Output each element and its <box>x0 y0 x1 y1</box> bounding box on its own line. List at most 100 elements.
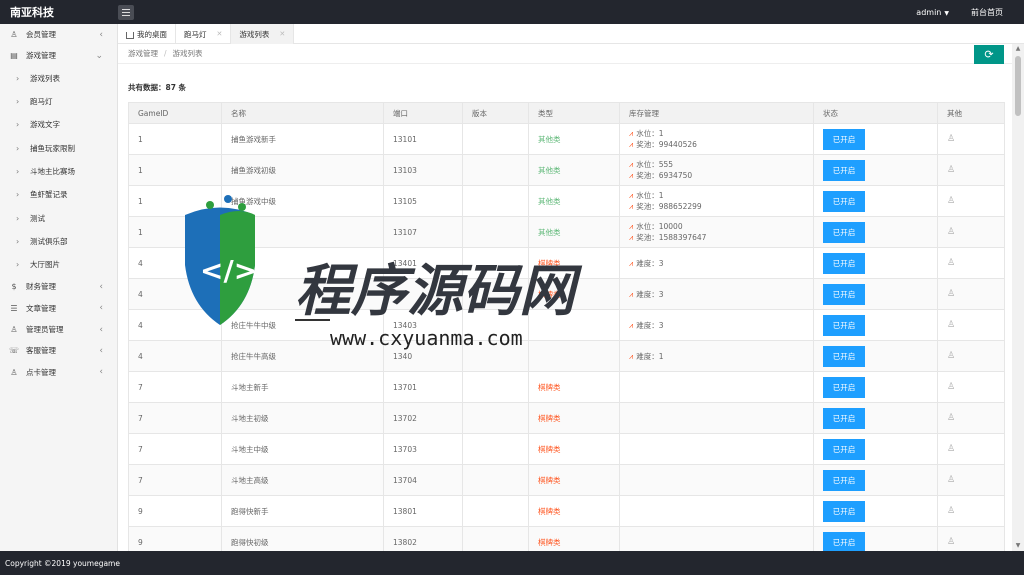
tab[interactable]: 我的桌面 <box>118 24 176 44</box>
cell-port <box>383 278 463 310</box>
sidebar-subitem[interactable]: › 捕鱼玩家限制 <box>0 136 117 159</box>
table-row: 7 斗地主初级 13702 棋牌类 已开启 ♙ <box>128 402 1005 434</box>
user-icon[interactable]: ♙ <box>947 258 955 268</box>
cell-stock: ⩘ 难度：3 <box>619 309 814 341</box>
cell-type: 其他类 <box>528 123 620 155</box>
chevron-down-icon: ⌄ <box>95 50 103 61</box>
cell-port: 13702 <box>383 402 463 434</box>
sidebar-item[interactable]: ▤ 游戏管理 ⌄ <box>0 45 117 67</box>
status-button[interactable]: 已开启 <box>823 469 865 491</box>
user-icon[interactable]: ♙ <box>947 227 955 237</box>
breadcrumb-item[interactable]: 游戏管理 <box>128 48 158 59</box>
sidebar-item[interactable]: ♙ 点卡管理 ‹ <box>0 361 117 382</box>
sidebar-subitem[interactable]: › 大厅图片 <box>0 253 117 276</box>
user-icon[interactable]: ♙ <box>947 351 955 361</box>
user-icon[interactable]: ♙ <box>947 289 955 299</box>
tab-label: 跑马灯 <box>184 29 207 39</box>
dollar-icon: $ <box>11 282 17 292</box>
status-button[interactable]: 已开启 <box>823 345 865 367</box>
sidebar-subitem-label: 测试 <box>30 213 45 223</box>
stock-icon: ⩘ <box>629 129 634 138</box>
cell-gameid: 7 <box>128 433 222 465</box>
user-icon[interactable]: ♙ <box>947 382 955 392</box>
stock-line: ⩘ 难度：1 <box>629 351 664 361</box>
user-icon[interactable]: ♙ <box>947 320 955 330</box>
sidebar-subitem-label: 游戏列表 <box>30 73 60 83</box>
status-button[interactable]: 已开启 <box>823 500 865 522</box>
user-icon[interactable]: ♙ <box>947 444 955 454</box>
cell-name: 捕鱼游戏中级 <box>221 185 384 217</box>
sidebar-item[interactable]: ♙ 会员管理 ‹ <box>0 24 117 45</box>
sidebar-subitem[interactable]: › 鱼虾蟹记录 <box>0 183 117 206</box>
tab[interactable]: 跑马灯 ✕ <box>176 24 232 44</box>
user-icon[interactable]: ♙ <box>947 537 955 547</box>
status-button[interactable]: 已开启 <box>823 438 865 460</box>
close-icon[interactable]: ✕ <box>279 30 285 38</box>
cell-status: 已开启 <box>813 371 938 403</box>
chevron-left-icon: ‹ <box>99 345 103 356</box>
close-icon[interactable]: ✕ <box>217 30 223 38</box>
cell-status: 已开启 <box>813 402 938 434</box>
status-button[interactable]: 已开启 <box>823 407 865 429</box>
cell-version <box>462 185 529 217</box>
cell-gameid: 9 <box>128 495 222 527</box>
chevron-left-icon: ‹ <box>99 324 103 335</box>
cell-type: 棋牌类 <box>528 433 620 465</box>
tab[interactable]: 游戏列表 ✕ <box>231 24 295 44</box>
sidebar-item[interactable]: ☏ 客服管理 ‹ <box>0 340 117 361</box>
status-button[interactable]: 已开启 <box>823 376 865 398</box>
user-icon[interactable]: ♙ <box>947 196 955 206</box>
status-button[interactable]: 已开启 <box>823 159 865 181</box>
scroll-thumb[interactable] <box>1015 56 1021 116</box>
cell-gameid: 1 <box>128 216 222 248</box>
chevron-right-icon: › <box>16 213 20 223</box>
status-button[interactable]: 已开启 <box>823 531 865 553</box>
cell-gameid: 4 <box>128 278 222 310</box>
sidebar-item-label: 游戏管理 <box>26 51 56 61</box>
table-row: 9 跑得快新手 13801 棋牌类 已开启 ♙ <box>128 495 1005 527</box>
user-icon[interactable]: ♙ <box>947 413 955 423</box>
cell-name: 斗地主高级 <box>221 464 384 496</box>
sidebar-item[interactable]: ☰ 文章管理 ‹ <box>0 298 117 319</box>
sidebar-subitem[interactable]: › 斗地主比赛场 <box>0 160 117 183</box>
refresh-button[interactable]: ⟳ <box>974 45 1004 64</box>
sidebar-item[interactable]: $ 财务管理 ‹ <box>0 276 117 297</box>
cell-version <box>462 216 529 248</box>
menu-toggle-icon[interactable] <box>118 4 134 20</box>
cell-status: 已开启 <box>813 123 938 155</box>
status-button[interactable]: 已开启 <box>823 314 865 336</box>
column-header: GameID <box>128 102 222 124</box>
scroll-down-icon[interactable]: ▼ <box>1012 541 1024 551</box>
cell-status: 已开启 <box>813 464 938 496</box>
sidebar-subitem[interactable]: › 测试俱乐部 <box>0 230 117 253</box>
status-button[interactable]: 已开启 <box>823 221 865 243</box>
chevron-left-icon: ‹ <box>99 303 103 314</box>
sidebar-subitem[interactable]: › 测试 <box>0 206 117 229</box>
stock-icon: ⩘ <box>629 191 634 200</box>
card-icon: ♙ <box>10 367 18 377</box>
status-button[interactable]: 已开启 <box>823 128 865 150</box>
stock-icon: ⩘ <box>629 233 634 242</box>
cell-version <box>462 495 529 527</box>
status-button[interactable]: 已开启 <box>823 283 865 305</box>
sidebar-subitem[interactable]: › 跑马灯 <box>0 90 117 113</box>
user-menu[interactable]: admin ▼ <box>916 8 949 17</box>
column-header: 端口 <box>383 102 463 124</box>
sidebar-subitem[interactable]: › 游戏文字 <box>0 113 117 136</box>
user-icon[interactable]: ♙ <box>947 475 955 485</box>
scroll-up-icon[interactable]: ▲ <box>1012 44 1024 54</box>
user-icon[interactable]: ♙ <box>947 165 955 175</box>
front-home-link[interactable]: 前台首页 <box>971 7 1003 18</box>
sidebar-subitem[interactable]: › 游戏列表 <box>0 67 117 90</box>
chevron-right-icon: › <box>16 260 20 270</box>
user-icon[interactable]: ♙ <box>947 506 955 516</box>
user-icon[interactable]: ♙ <box>947 134 955 144</box>
stock-line: ⩘ 奖池：6934750 <box>629 171 693 180</box>
sidebar-item[interactable]: ♙ 管理员管理 ‹ <box>0 319 117 340</box>
status-button[interactable]: 已开启 <box>823 252 865 274</box>
scrollbar[interactable]: ▲ ▼ <box>1012 44 1024 551</box>
stock-line: ⩘ 奖池：99440526 <box>629 140 697 149</box>
status-button[interactable]: 已开启 <box>823 190 865 212</box>
cell-gameid: 4 <box>128 340 222 372</box>
cell-other: ♙ <box>937 216 1005 248</box>
